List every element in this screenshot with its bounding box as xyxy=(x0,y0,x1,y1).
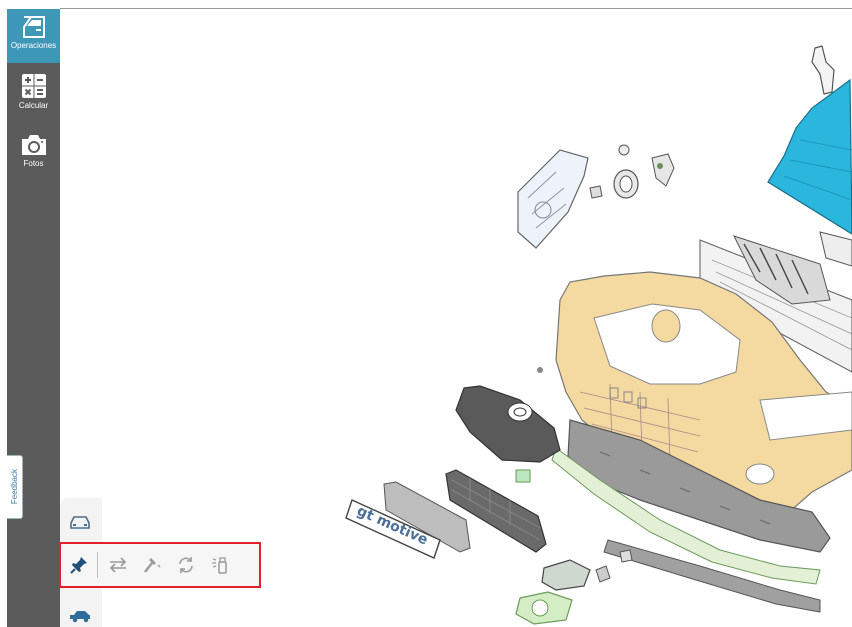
refresh-icon xyxy=(179,557,193,573)
sidebar-item-label: Operaciones xyxy=(10,41,57,50)
sidebar-item-label: Fotos xyxy=(23,159,44,168)
repair-tool-button[interactable] xyxy=(138,551,166,579)
feedback-tab[interactable]: Feedback xyxy=(7,455,23,519)
paint-tool-button[interactable] xyxy=(206,551,234,579)
feedback-label: Feedback xyxy=(10,469,19,505)
car-door-icon xyxy=(22,16,45,38)
calculator-icon xyxy=(21,74,46,98)
headlamp-part[interactable] xyxy=(517,149,589,249)
replace-tool-button[interactable] xyxy=(104,551,132,579)
sidebar-item-operaciones[interactable]: Operaciones xyxy=(7,9,60,63)
hammer-icon xyxy=(144,558,161,573)
top-divider xyxy=(60,8,852,9)
exploded-parts-diagram: gt motive xyxy=(345,45,852,625)
car-front-icon[interactable] xyxy=(68,514,92,530)
sidebar: Operaciones Calcular Fotos xyxy=(7,9,60,627)
toolbar-separator xyxy=(97,552,98,578)
camera-icon xyxy=(21,135,46,155)
sidebar-item-calcular[interactable]: Calcular xyxy=(7,69,60,121)
small-parts[interactable] xyxy=(589,144,675,199)
sidebar-item-label: Calcular xyxy=(18,101,49,110)
sidebar-item-fotos[interactable]: Fotos xyxy=(7,129,60,181)
car-side-icon[interactable] xyxy=(68,608,92,624)
pin-tool-button[interactable] xyxy=(65,551,93,579)
operations-toolbar xyxy=(59,542,261,588)
window-edge xyxy=(0,0,7,627)
hood-part[interactable] xyxy=(767,78,852,235)
spray-paint-icon xyxy=(212,557,227,574)
fog-lamp-part[interactable] xyxy=(515,549,633,625)
swap-arrows-icon xyxy=(109,557,127,573)
pin-icon xyxy=(70,557,87,574)
upper-grille-part[interactable] xyxy=(455,367,561,483)
refinish-tool-button[interactable] xyxy=(172,551,200,579)
hinge-part[interactable] xyxy=(811,45,835,95)
